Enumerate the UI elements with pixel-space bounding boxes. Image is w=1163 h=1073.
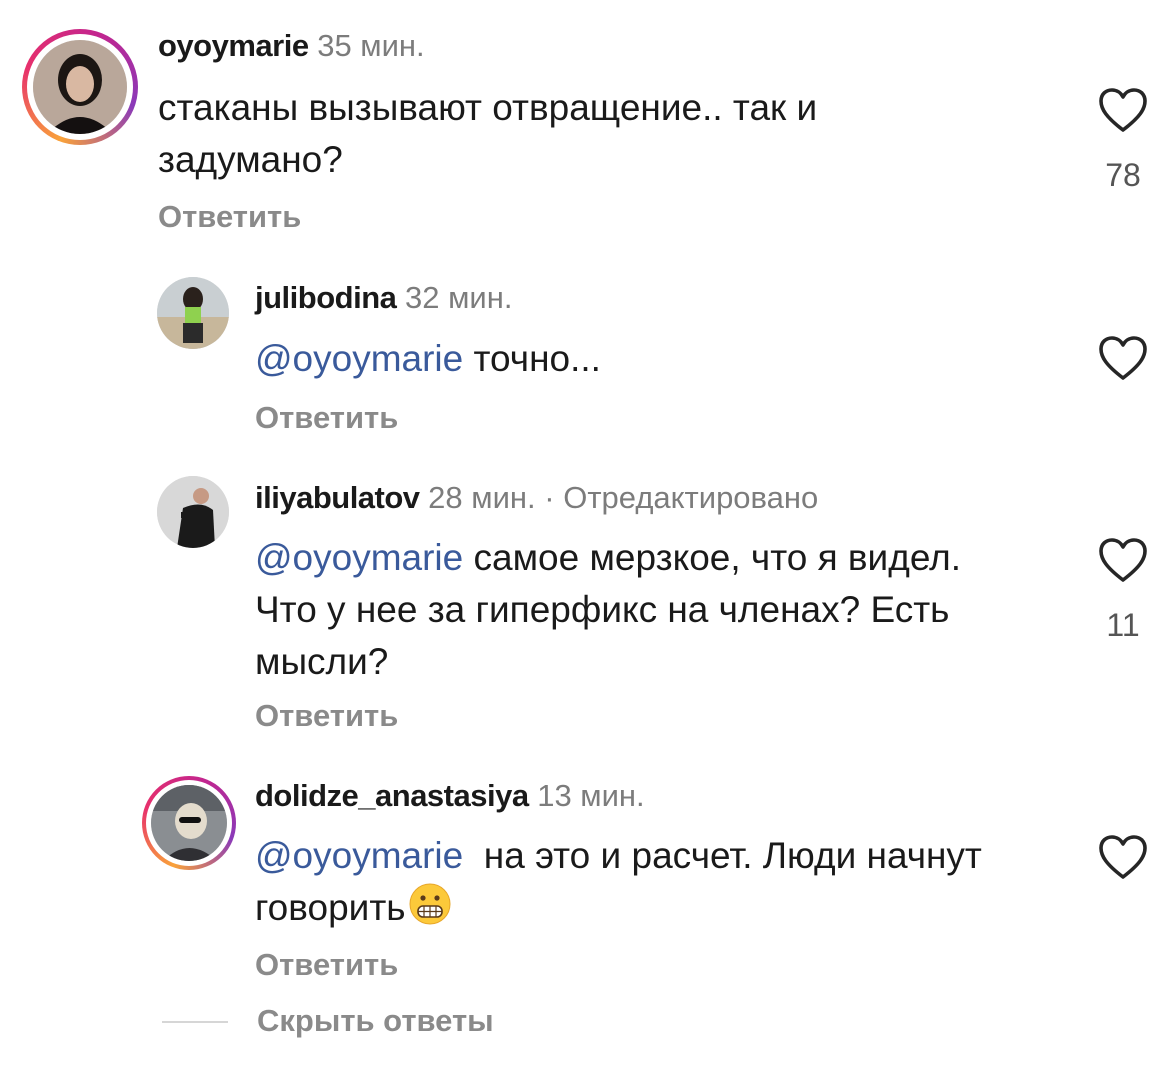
mention-link[interactable]: @oyoymarie xyxy=(255,537,463,578)
timestamp: 13 мин. xyxy=(537,778,645,813)
heart-outline-icon[interactable] xyxy=(1098,834,1148,880)
like-count: 11 xyxy=(1106,607,1140,643)
timestamp: 35 мин. xyxy=(317,28,425,63)
comment-text: @oyoymarie точно... xyxy=(255,338,601,379)
timestamp: 32 мин. xyxy=(405,280,513,315)
comment-text: @oyoymarie на это и расчет. Люди начнут … xyxy=(255,835,982,928)
edited-label: · Отредактировано xyxy=(544,480,819,515)
comment-text: @oyoymarie самое мерзкое, что я видел. Ч… xyxy=(255,537,962,682)
avatar[interactable] xyxy=(151,785,227,861)
heart-outline-icon[interactable] xyxy=(1098,335,1148,381)
avatar[interactable] xyxy=(33,40,127,134)
reply-button[interactable]: Ответить xyxy=(255,698,398,734)
divider xyxy=(162,1021,228,1023)
mention-link[interactable]: @oyoymarie xyxy=(255,338,463,379)
username[interactable]: dolidze_anastasiya xyxy=(255,778,529,813)
reply-button[interactable]: Ответить xyxy=(255,947,398,983)
avatar[interactable] xyxy=(157,277,229,349)
comment-text: стаканы вызывают отвращение.. так и заду… xyxy=(158,87,818,180)
grimacing-face-icon xyxy=(408,882,452,926)
like-count: 78 xyxy=(1105,157,1141,193)
avatar[interactable] xyxy=(157,476,229,548)
username[interactable]: julibodina xyxy=(255,280,397,315)
hide-replies-button[interactable]: Скрыть ответы xyxy=(257,1003,494,1039)
timestamp: 28 мин. xyxy=(428,480,536,515)
reply-button[interactable]: Ответить xyxy=(158,199,301,235)
reply-button[interactable]: Ответить xyxy=(255,400,398,436)
heart-outline-icon[interactable] xyxy=(1098,537,1148,583)
username[interactable]: oyoymarie xyxy=(158,28,309,63)
heart-outline-icon[interactable] xyxy=(1098,87,1148,133)
username[interactable]: iliyabulatov xyxy=(255,480,420,515)
mention-link[interactable]: @oyoymarie xyxy=(255,835,463,876)
